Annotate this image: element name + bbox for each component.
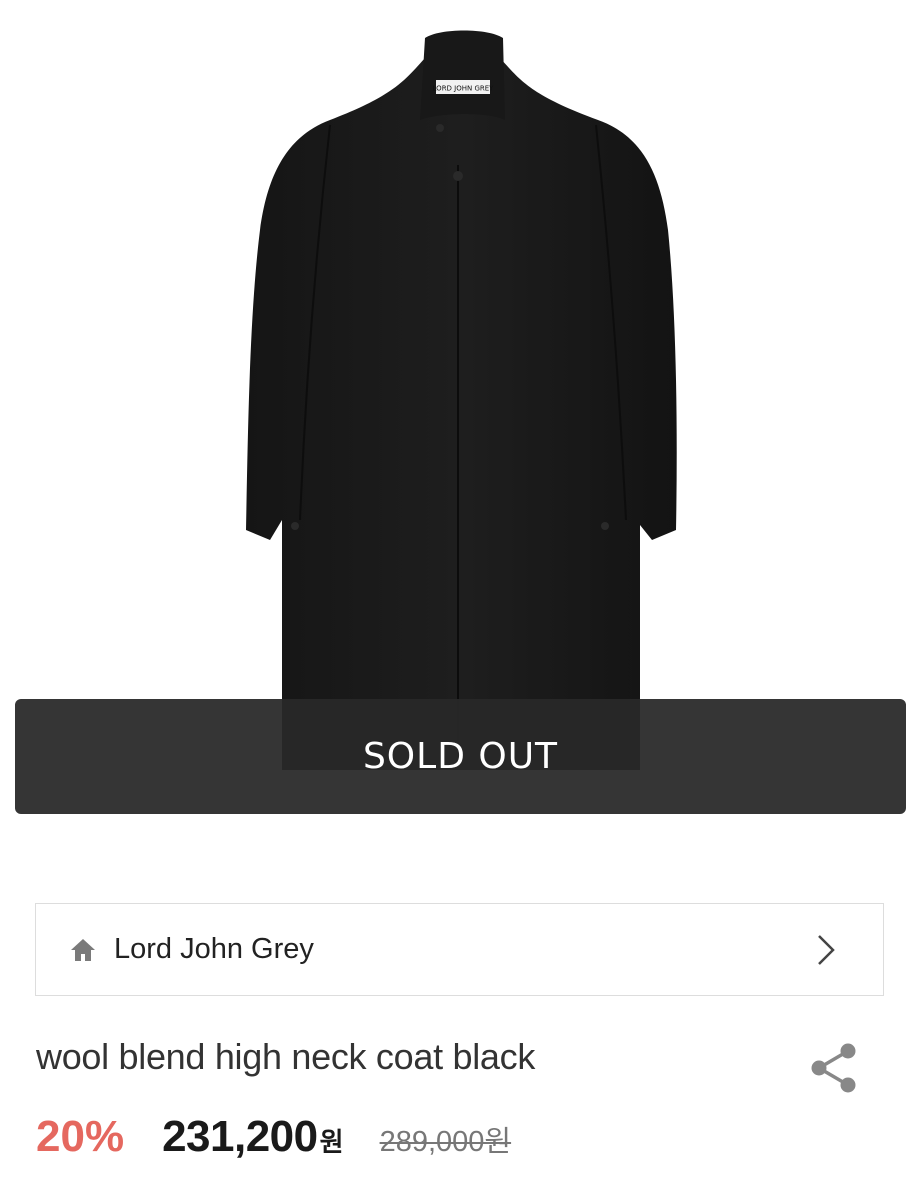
sold-out-label: SOLD OUT <box>362 736 559 777</box>
coat-photo: LORD JOHN GREY <box>246 30 677 770</box>
collar-tag: LORD JOHN GREY <box>433 85 495 93</box>
discount-rate: 20% <box>36 1112 125 1161</box>
sale-price: 231,200 <box>162 1112 318 1161</box>
chevron-right-icon <box>813 930 839 970</box>
product-title: wool blend high neck coat black <box>36 1036 536 1077</box>
share-icon[interactable] <box>808 1041 860 1095</box>
original-price: 289,000원 <box>379 1126 512 1158</box>
product-image[interactable]: LORD JOHN GREY SOLD OUT <box>0 0 921 814</box>
price-row: 20% 231,200 원 289,000원 <box>36 1112 511 1172</box>
home-icon <box>68 935 98 965</box>
brand-name: Lord John Grey <box>114 933 314 965</box>
sold-out-overlay: SOLD OUT <box>15 699 906 814</box>
brand-shop-link[interactable]: Lord John Grey <box>35 903 884 996</box>
price-unit: 원 <box>319 1127 344 1157</box>
